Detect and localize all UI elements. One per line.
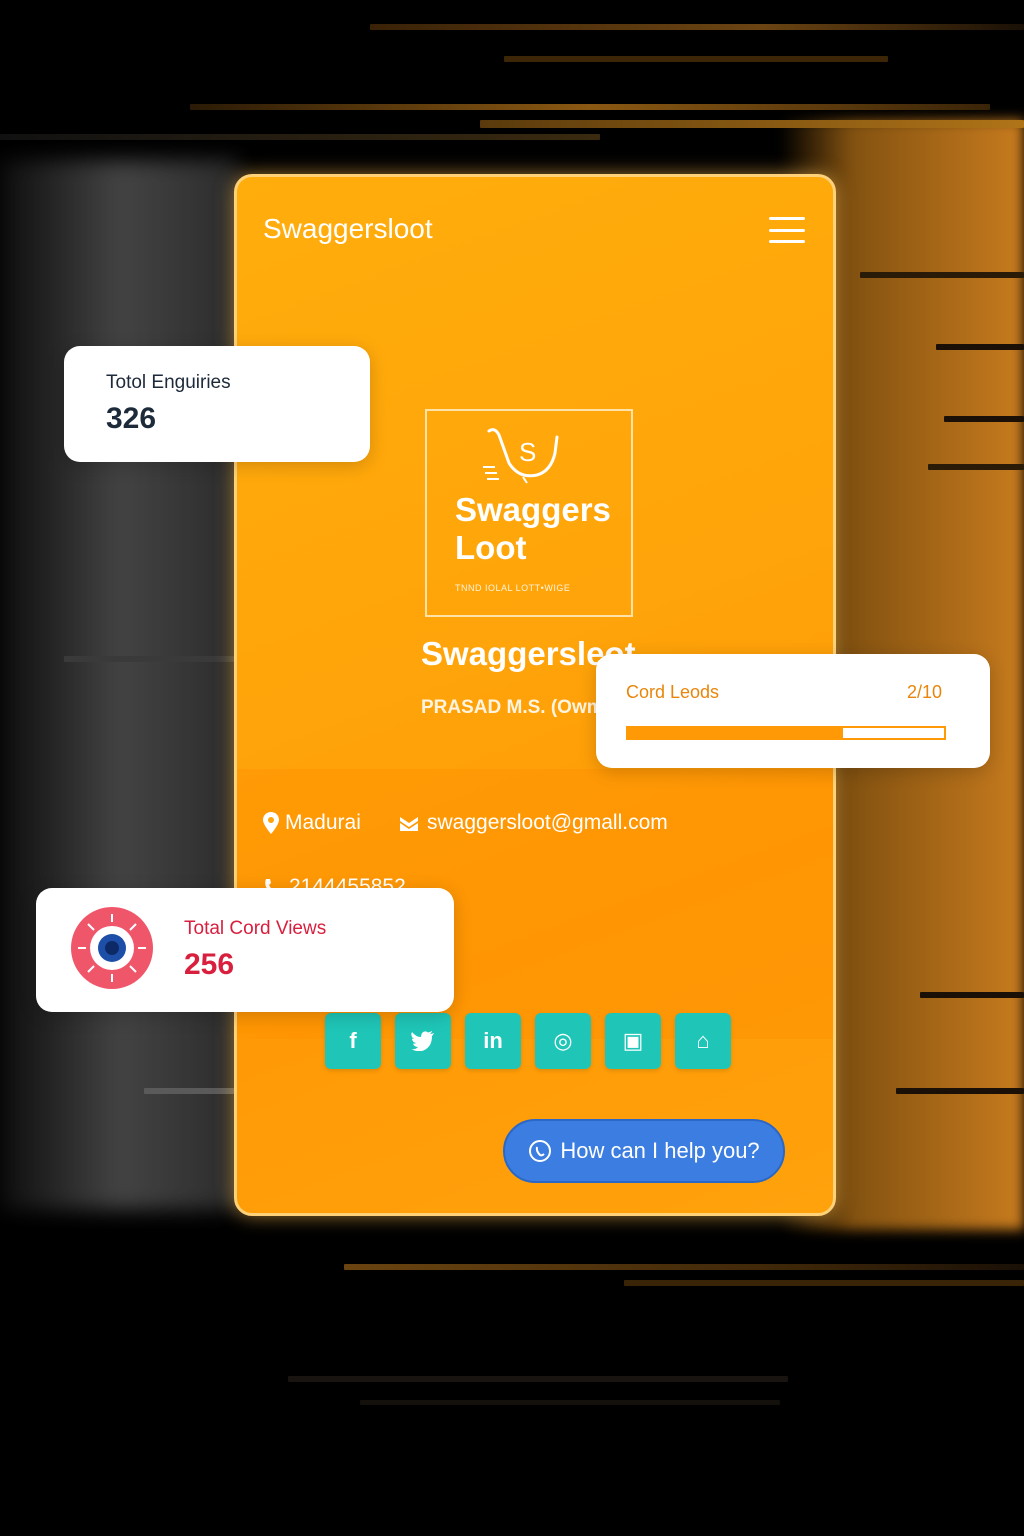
logo-text-line2: Loot [455, 529, 527, 566]
instagram-icon: ◎ [553, 1028, 573, 1053]
social-links: f in ◎ ▣ ⌂ [325, 1013, 731, 1069]
owner-name: PRASAD M.S. (Owm [421, 697, 604, 718]
background-streak [190, 104, 990, 110]
logo-text-line1: Swaggers [455, 491, 611, 528]
email-text: swaggersloot@gmall.com [427, 811, 668, 834]
total-card-views-value: 256 [184, 948, 235, 981]
shopping-bag-s-icon: S [483, 428, 559, 484]
calendar-icon: ▣ [622, 1028, 644, 1053]
card-leads-progress-bar [626, 726, 946, 740]
email-item[interactable]: swaggersloot@gmall.com [399, 811, 668, 835]
background-streak [370, 24, 1024, 30]
linkedin-button[interactable]: in [465, 1013, 521, 1069]
mail-icon [400, 817, 418, 831]
background-streak [504, 56, 888, 62]
background-streak [896, 1088, 1024, 1094]
background-streak [0, 134, 600, 140]
background-glow-left [0, 160, 240, 1210]
store-button[interactable]: ⌂ [675, 1013, 731, 1069]
background-streak [144, 1088, 234, 1094]
background-streak [344, 1264, 1024, 1270]
total-enquiries-value: 326 [106, 402, 157, 435]
location-text: Madurai [285, 811, 361, 834]
whatsapp-icon [529, 1140, 552, 1162]
total-enquiries-card: Totol Enguiries 326 [64, 346, 370, 462]
background-streak [360, 1400, 780, 1405]
calendar-button[interactable]: ▣ [605, 1013, 661, 1069]
background-streak [936, 344, 1024, 350]
total-enquiries-label: Totol Enguiries [106, 372, 231, 393]
background-streak [64, 656, 234, 662]
twitter-icon [411, 1031, 434, 1051]
instagram-button[interactable]: ◎ [535, 1013, 591, 1069]
background-streak [288, 1376, 788, 1382]
card-leads-count: 2/10 [906, 682, 942, 702]
background-streak [624, 1280, 1024, 1286]
help-button-label: How can I help you? [560, 1138, 760, 1163]
twitter-button[interactable] [395, 1013, 451, 1069]
card-leads-label: Cord Leods [626, 682, 720, 702]
background-streak [860, 272, 1024, 278]
store-icon: ⌂ [696, 1028, 710, 1053]
background-streak [944, 416, 1024, 422]
background-streak [920, 992, 1024, 998]
card-leads-card: Cord Leods 2/10 [596, 654, 990, 768]
background-streak [480, 120, 1024, 128]
logo-tagline: TNND IOLAL LOTT•WIGE [455, 583, 571, 593]
svg-text:S: S [519, 437, 536, 467]
card-leads-progress-fill [628, 728, 843, 738]
linkedin-icon: in [483, 1028, 503, 1053]
app-title: Swaggersloot [263, 213, 433, 244]
business-logo: S Swaggers Loot TNND IOLAL LOTT•WIGE [425, 409, 633, 617]
help-chat-button[interactable]: How can I help you? [503, 1119, 785, 1183]
location-item[interactable]: Madurai [263, 811, 361, 835]
facebook-icon: f [349, 1028, 357, 1053]
location-pin-icon [263, 812, 279, 834]
hamburger-menu-icon[interactable] [769, 217, 805, 243]
eye-icon [71, 907, 153, 989]
facebook-button[interactable]: f [325, 1013, 381, 1069]
total-card-views-label: Total Cord Views [184, 918, 327, 939]
total-card-views-card: Total Cord Views 256 [36, 888, 454, 1012]
background-streak [928, 464, 1024, 470]
